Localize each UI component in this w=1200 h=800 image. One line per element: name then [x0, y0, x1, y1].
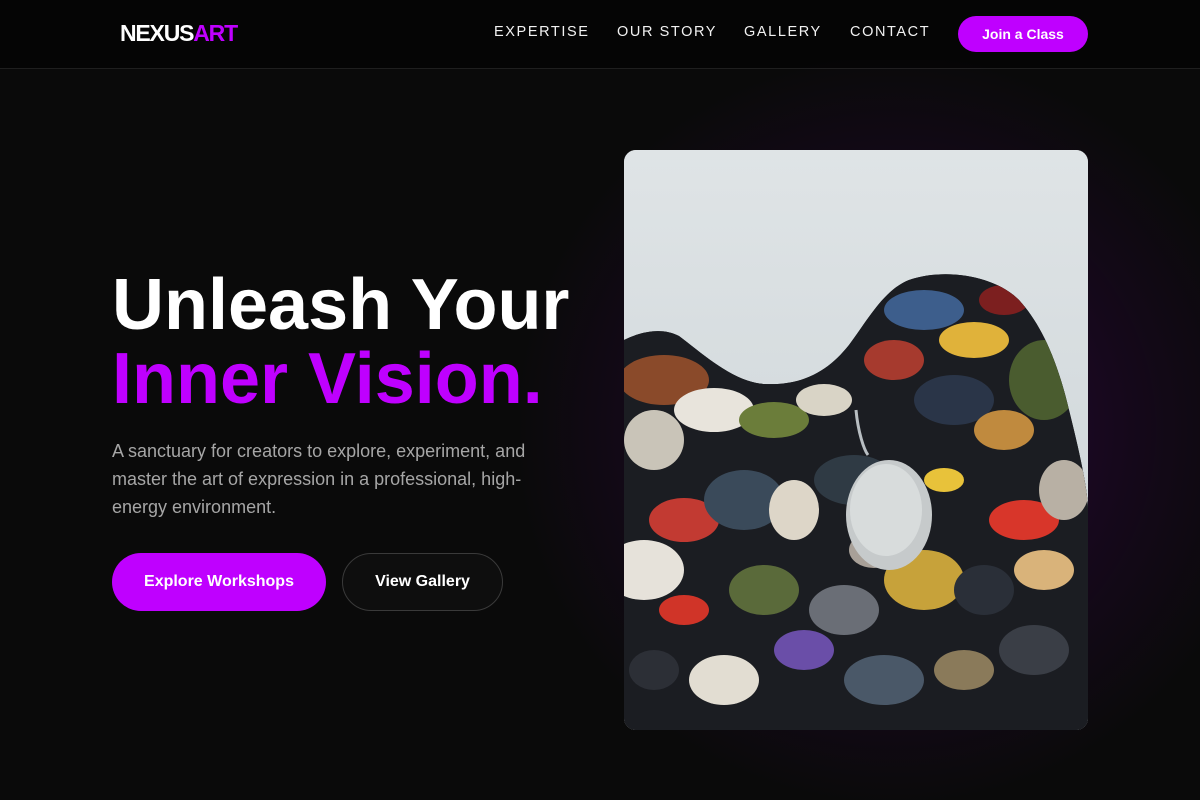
- paint-palette-photo: [624, 150, 1088, 730]
- logo-text-primary: NEXUS: [120, 20, 194, 46]
- hero-subtitle: A sanctuary for creators to explore, exp…: [112, 441, 526, 517]
- view-gallery-button[interactable]: View Gallery: [342, 553, 503, 611]
- hero-title-line2: Inner Vision.: [112, 339, 543, 419]
- nav-link-our-story[interactable]: OUR STORY: [617, 24, 717, 40]
- brand-logo[interactable]: NEXUSART: [120, 20, 238, 47]
- hero-title-line1: Unleash Your: [112, 265, 570, 345]
- palette-illustration: [624, 150, 1088, 730]
- nav-link-contact[interactable]: CONTACT: [850, 24, 930, 40]
- join-class-button[interactable]: Join a Class: [958, 16, 1088, 52]
- explore-workshops-button[interactable]: Explore Workshops: [112, 553, 326, 611]
- logo-text-accent: ART: [193, 20, 238, 46]
- nav-link-gallery[interactable]: GALLERY: [744, 24, 822, 40]
- hero-title: Unleash Your Inner Vision.: [112, 268, 569, 416]
- top-navbar: NEXUSART EXPERTISE OUR STORY GALLERY CON…: [0, 0, 1200, 69]
- nav-link-expertise[interactable]: EXPERTISE: [494, 24, 590, 40]
